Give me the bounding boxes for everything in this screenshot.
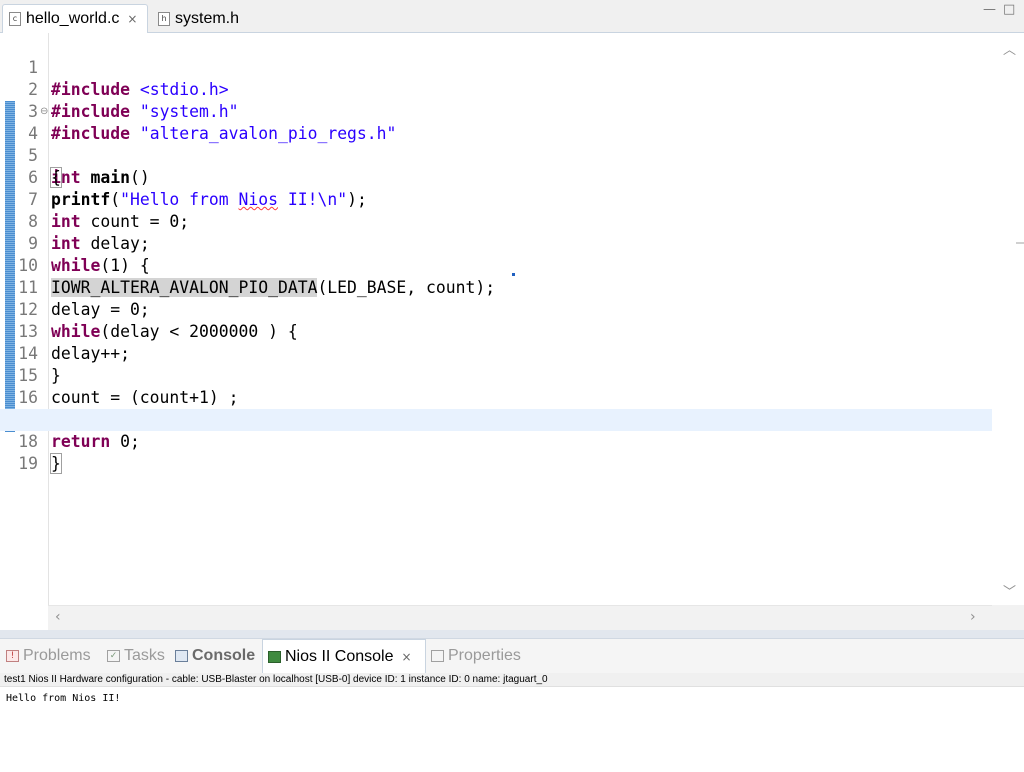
tab-tasks[interactable]: ✓ Tasks bbox=[107, 639, 165, 673]
line-number: 19 bbox=[18, 454, 38, 473]
code-line[interactable]: 19 bbox=[0, 431, 992, 473]
tab-label: Problems bbox=[23, 647, 91, 664]
console-icon bbox=[175, 650, 188, 662]
nios-console-icon bbox=[268, 650, 281, 663]
text-caret bbox=[60, 455, 62, 474]
code-line[interactable]: 2 #include "system.h" bbox=[0, 57, 992, 121]
bottom-panel-tab-bar: ! Problems ✓ Tasks Console Nios II Conso… bbox=[0, 638, 1024, 673]
tab-label: Console bbox=[192, 647, 256, 664]
scrollbar-corner bbox=[992, 605, 1024, 630]
fold-toggle-icon[interactable]: ⊖ bbox=[40, 101, 48, 123]
code-line[interactable]: 6 printf("Hello from Nios II!\n"); bbox=[0, 145, 992, 209]
tab-label: Nios II Console bbox=[285, 647, 394, 665]
c-file-icon: c bbox=[9, 12, 21, 26]
code-line[interactable]: 13 delay++; bbox=[0, 299, 992, 363]
tab-label: Tasks bbox=[124, 647, 165, 664]
tab-nios-ii-console[interactable]: Nios II Console × bbox=[262, 639, 426, 673]
tab-label: hello_world.c bbox=[26, 10, 120, 27]
tab-properties[interactable]: Properties bbox=[431, 639, 521, 673]
scroll-down-icon[interactable]: ﹀ bbox=[1003, 581, 1016, 600]
code-editor[interactable]: 1 #include <stdio.h> 2 #include "system.… bbox=[0, 33, 1024, 630]
close-icon[interactable]: × bbox=[127, 12, 137, 26]
console-output-line: Hello from Nios II! bbox=[6, 693, 121, 704]
code-line[interactable]: 1 #include <stdio.h> bbox=[0, 35, 992, 99]
code-line[interactable]: 4 ⊖ int main() bbox=[0, 101, 992, 187]
tab-system-h[interactable]: h system.h bbox=[152, 4, 262, 33]
editor-tab-bar: c hello_world.c × h system.h — □ bbox=[0, 0, 1024, 33]
code-line[interactable]: 8 int delay; bbox=[0, 189, 992, 253]
maximize-icon[interactable]: □ bbox=[1003, 2, 1015, 17]
problems-icon: ! bbox=[6, 650, 19, 662]
vertical-scrollbar[interactable] bbox=[992, 33, 1024, 605]
tab-label: Properties bbox=[448, 647, 521, 664]
scroll-right-icon[interactable]: › bbox=[970, 609, 976, 625]
tab-problems[interactable]: ! Problems bbox=[6, 639, 91, 673]
tab-label: system.h bbox=[175, 9, 240, 27]
overview-ruler-marker[interactable] bbox=[1016, 242, 1024, 244]
code-line[interactable]: 14 } bbox=[0, 321, 992, 385]
code-line[interactable]: 5 { bbox=[0, 123, 992, 188]
current-code-line[interactable]: 18 } bbox=[0, 409, 992, 474]
scroll-left-icon[interactable]: ‹ bbox=[55, 609, 61, 625]
h-file-icon: h bbox=[158, 11, 170, 26]
cursor-dot bbox=[512, 273, 515, 276]
code-line[interactable]: 10 IOWR_ALTERA_AVALON_PIO_DATA(LED_BASE,… bbox=[0, 233, 992, 297]
code-line[interactable]: 3 #include "altera_avalon_pio_regs.h" bbox=[0, 79, 992, 143]
scroll-up-icon[interactable]: ︿ bbox=[1003, 39, 1016, 58]
minimize-icon[interactable]: — bbox=[983, 2, 996, 17]
console-output[interactable]: Hello from Nios II! bbox=[0, 687, 1024, 772]
properties-icon bbox=[431, 650, 444, 662]
code-area[interactable]: 1 #include <stdio.h> 2 #include "system.… bbox=[0, 35, 992, 474]
tasks-icon: ✓ bbox=[107, 650, 120, 662]
tab-hello-world-c[interactable]: c hello_world.c × bbox=[2, 4, 148, 33]
code-line[interactable]: 11 delay = 0; bbox=[0, 255, 992, 319]
close-icon[interactable]: × bbox=[402, 650, 412, 664]
code-line[interactable]: 17 return 0; bbox=[0, 387, 992, 451]
code-line[interactable]: 12 while(delay < 2000000 ) { bbox=[0, 277, 992, 341]
console-status-line: test1 Nios II Hardware configuration - c… bbox=[0, 673, 1024, 687]
code-line[interactable]: 15 count = (count+1) ; bbox=[0, 343, 992, 407]
code-line[interactable]: 9 while(1) { bbox=[0, 211, 992, 275]
code-line[interactable]: 7 int count = 0; bbox=[0, 167, 992, 231]
code-line[interactable]: 16 } bbox=[0, 365, 992, 429]
horizontal-scrollbar[interactable]: ‹ › bbox=[48, 605, 992, 630]
panel-splitter[interactable] bbox=[0, 630, 1024, 638]
tab-console[interactable]: Console bbox=[175, 639, 255, 673]
